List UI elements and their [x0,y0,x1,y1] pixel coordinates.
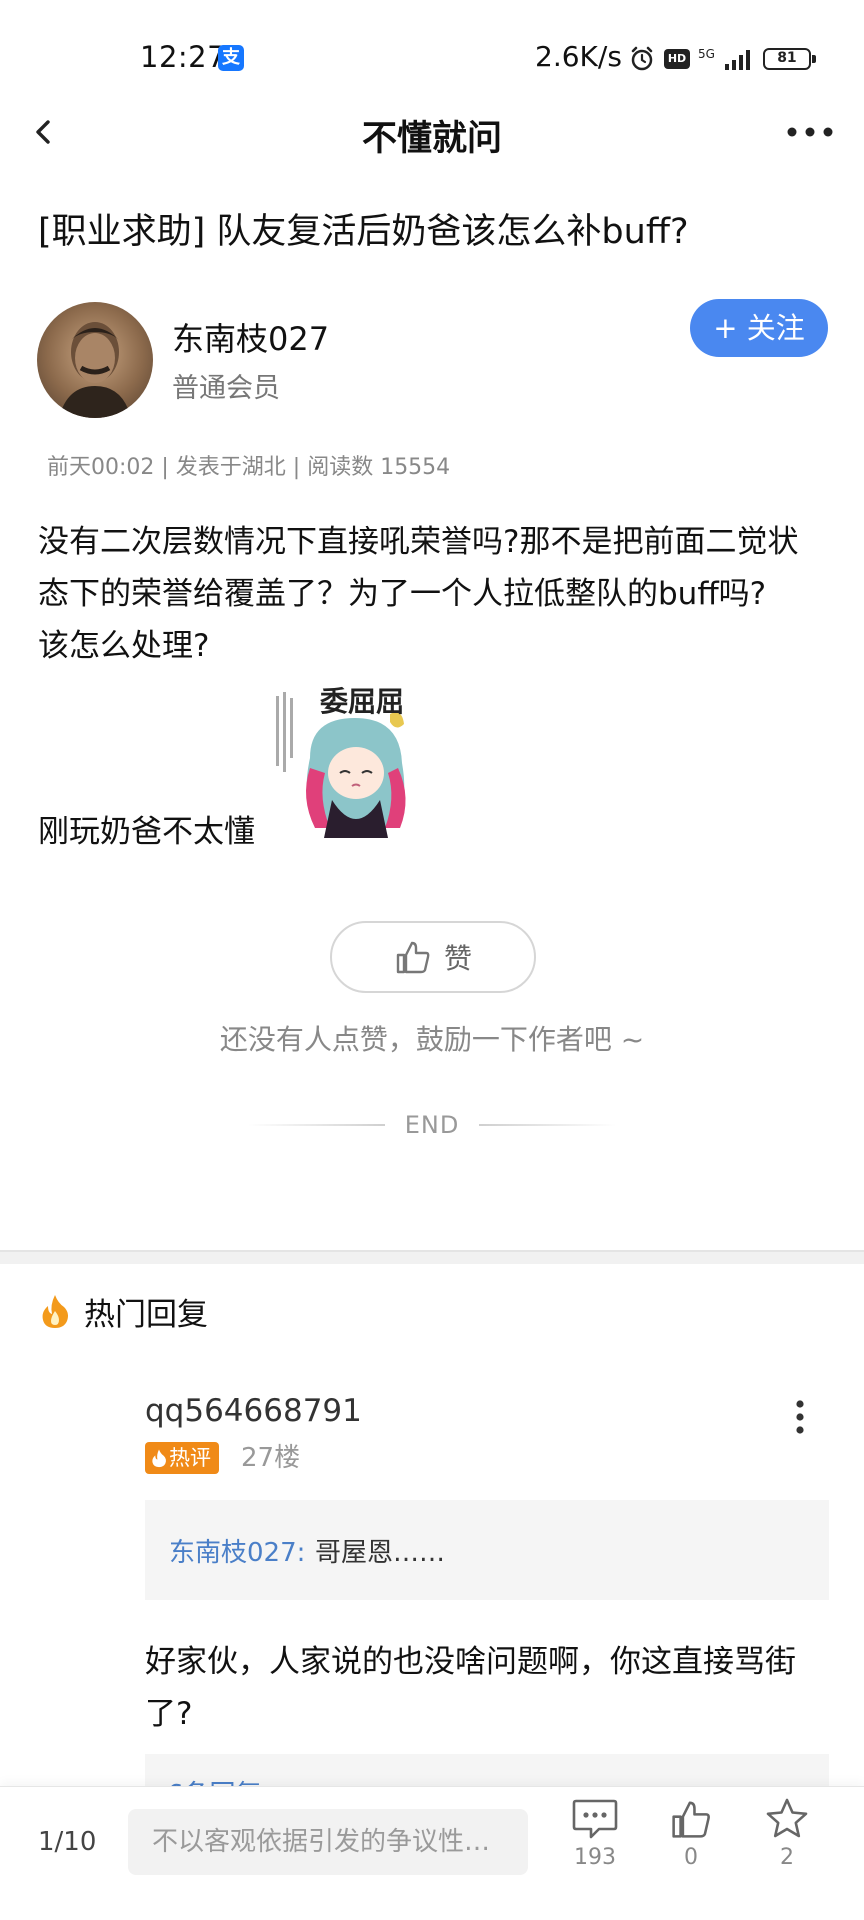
status-time: 12:27 [140,40,227,74]
follow-button[interactable]: + 关注 [690,299,828,357]
network-speed: 2.6K/s [535,40,622,73]
post-body-line: 态下的荣誉给覆盖了？为了一个人拉低整队的buff吗? [38,576,767,612]
hot-comment-badge: 热评 [145,1442,219,1474]
like-count: 0 [684,1845,698,1870]
page-title: 不懂就问 [361,119,502,159]
quote-text: 哥屋恩…… [315,1538,446,1568]
thumbs-up-icon [396,941,430,974]
post-body-line: 没有二次层数情况下直接吼荣誉吗?那不是把前面二觉状 [38,524,799,560]
avatar-portrait-icon [59,322,131,418]
quoted-reply[interactable]: 东南枝027: 哥屋恩…… [145,1500,829,1600]
status-icons: HD 5G 81 [628,44,816,74]
author-role: 普通会员 [172,373,280,404]
post-title: [职业求助] 队友复活后奶爸该怎么补buff? [38,212,689,252]
hot-badge-label: 热评 [169,1446,211,1470]
reply-username[interactable]: qq564668791 [145,1393,362,1429]
flame-icon [152,1449,166,1468]
page-indicator[interactable]: 1/10 [38,1827,96,1857]
section-divider [0,1250,864,1264]
sticker-image: 委屈屈 [270,678,440,848]
status-bar: 12:27 支 2.6K/s HD 5G 81 [0,0,864,110]
comment-input[interactable] [128,1809,528,1875]
favorite-count: 2 [780,1845,794,1870]
like-label: 赞 [443,942,472,975]
sticker-caption: 委屈屈 [320,685,405,718]
quote-author[interactable]: 东南枝027: [169,1532,305,1569]
divider-line [479,1124,617,1126]
comments-button[interactable]: 193 [560,1797,630,1870]
end-label: END [404,1111,460,1139]
reply-more-icon[interactable] [790,1398,810,1436]
signal-icon [724,50,750,70]
bottom-action-bar: 1/10 193 0 2 [0,1786,864,1920]
alipay-icon: 支 [218,45,244,71]
more-options-icon[interactable] [784,118,836,146]
like-post-button[interactable]: 赞 [330,921,536,993]
flame-icon [42,1295,68,1328]
end-divider: END [248,1110,617,1140]
network-type: 5G [698,47,715,61]
comment-count: 193 [574,1845,616,1870]
divider-line [248,1124,385,1126]
thumbs-up-icon [672,1801,710,1838]
comment-icon [572,1799,618,1839]
like-hint: 还没有人点赞，鼓励一下作者吧 ~ [219,1023,645,1056]
hot-replies-title: 热门回复 [84,1296,208,1333]
post-meta: 前天00:02 | 发表于湖北 | 阅读数 15554 [47,455,451,480]
post-body: 没有二次层数情况下直接吼荣誉吗?那不是把前面二觉状 态下的荣誉给覆盖了？为了一个… [38,516,838,672]
star-icon [766,1798,808,1838]
battery-indicator: 81 [762,48,816,70]
floor-number: 27楼 [241,1443,301,1473]
avatar[interactable] [37,302,153,418]
nav-header: 不懂就问 [0,100,864,164]
like-button[interactable]: 0 [656,1797,726,1870]
hd-badge: HD [664,49,690,69]
post-body-line: 刚玩奶爸不太懂 [38,814,255,850]
author-name[interactable]: 东南枝027 [172,314,329,360]
post-body-line: 该怎么处理? [38,628,210,664]
hot-replies-header: 热门回复 [40,1290,208,1333]
alarm-icon [631,46,653,71]
favorite-button[interactable]: 2 [752,1797,822,1870]
reply-content: 好家伙，人家说的也没啥问题啊，你这直接骂街了? [145,1644,796,1732]
